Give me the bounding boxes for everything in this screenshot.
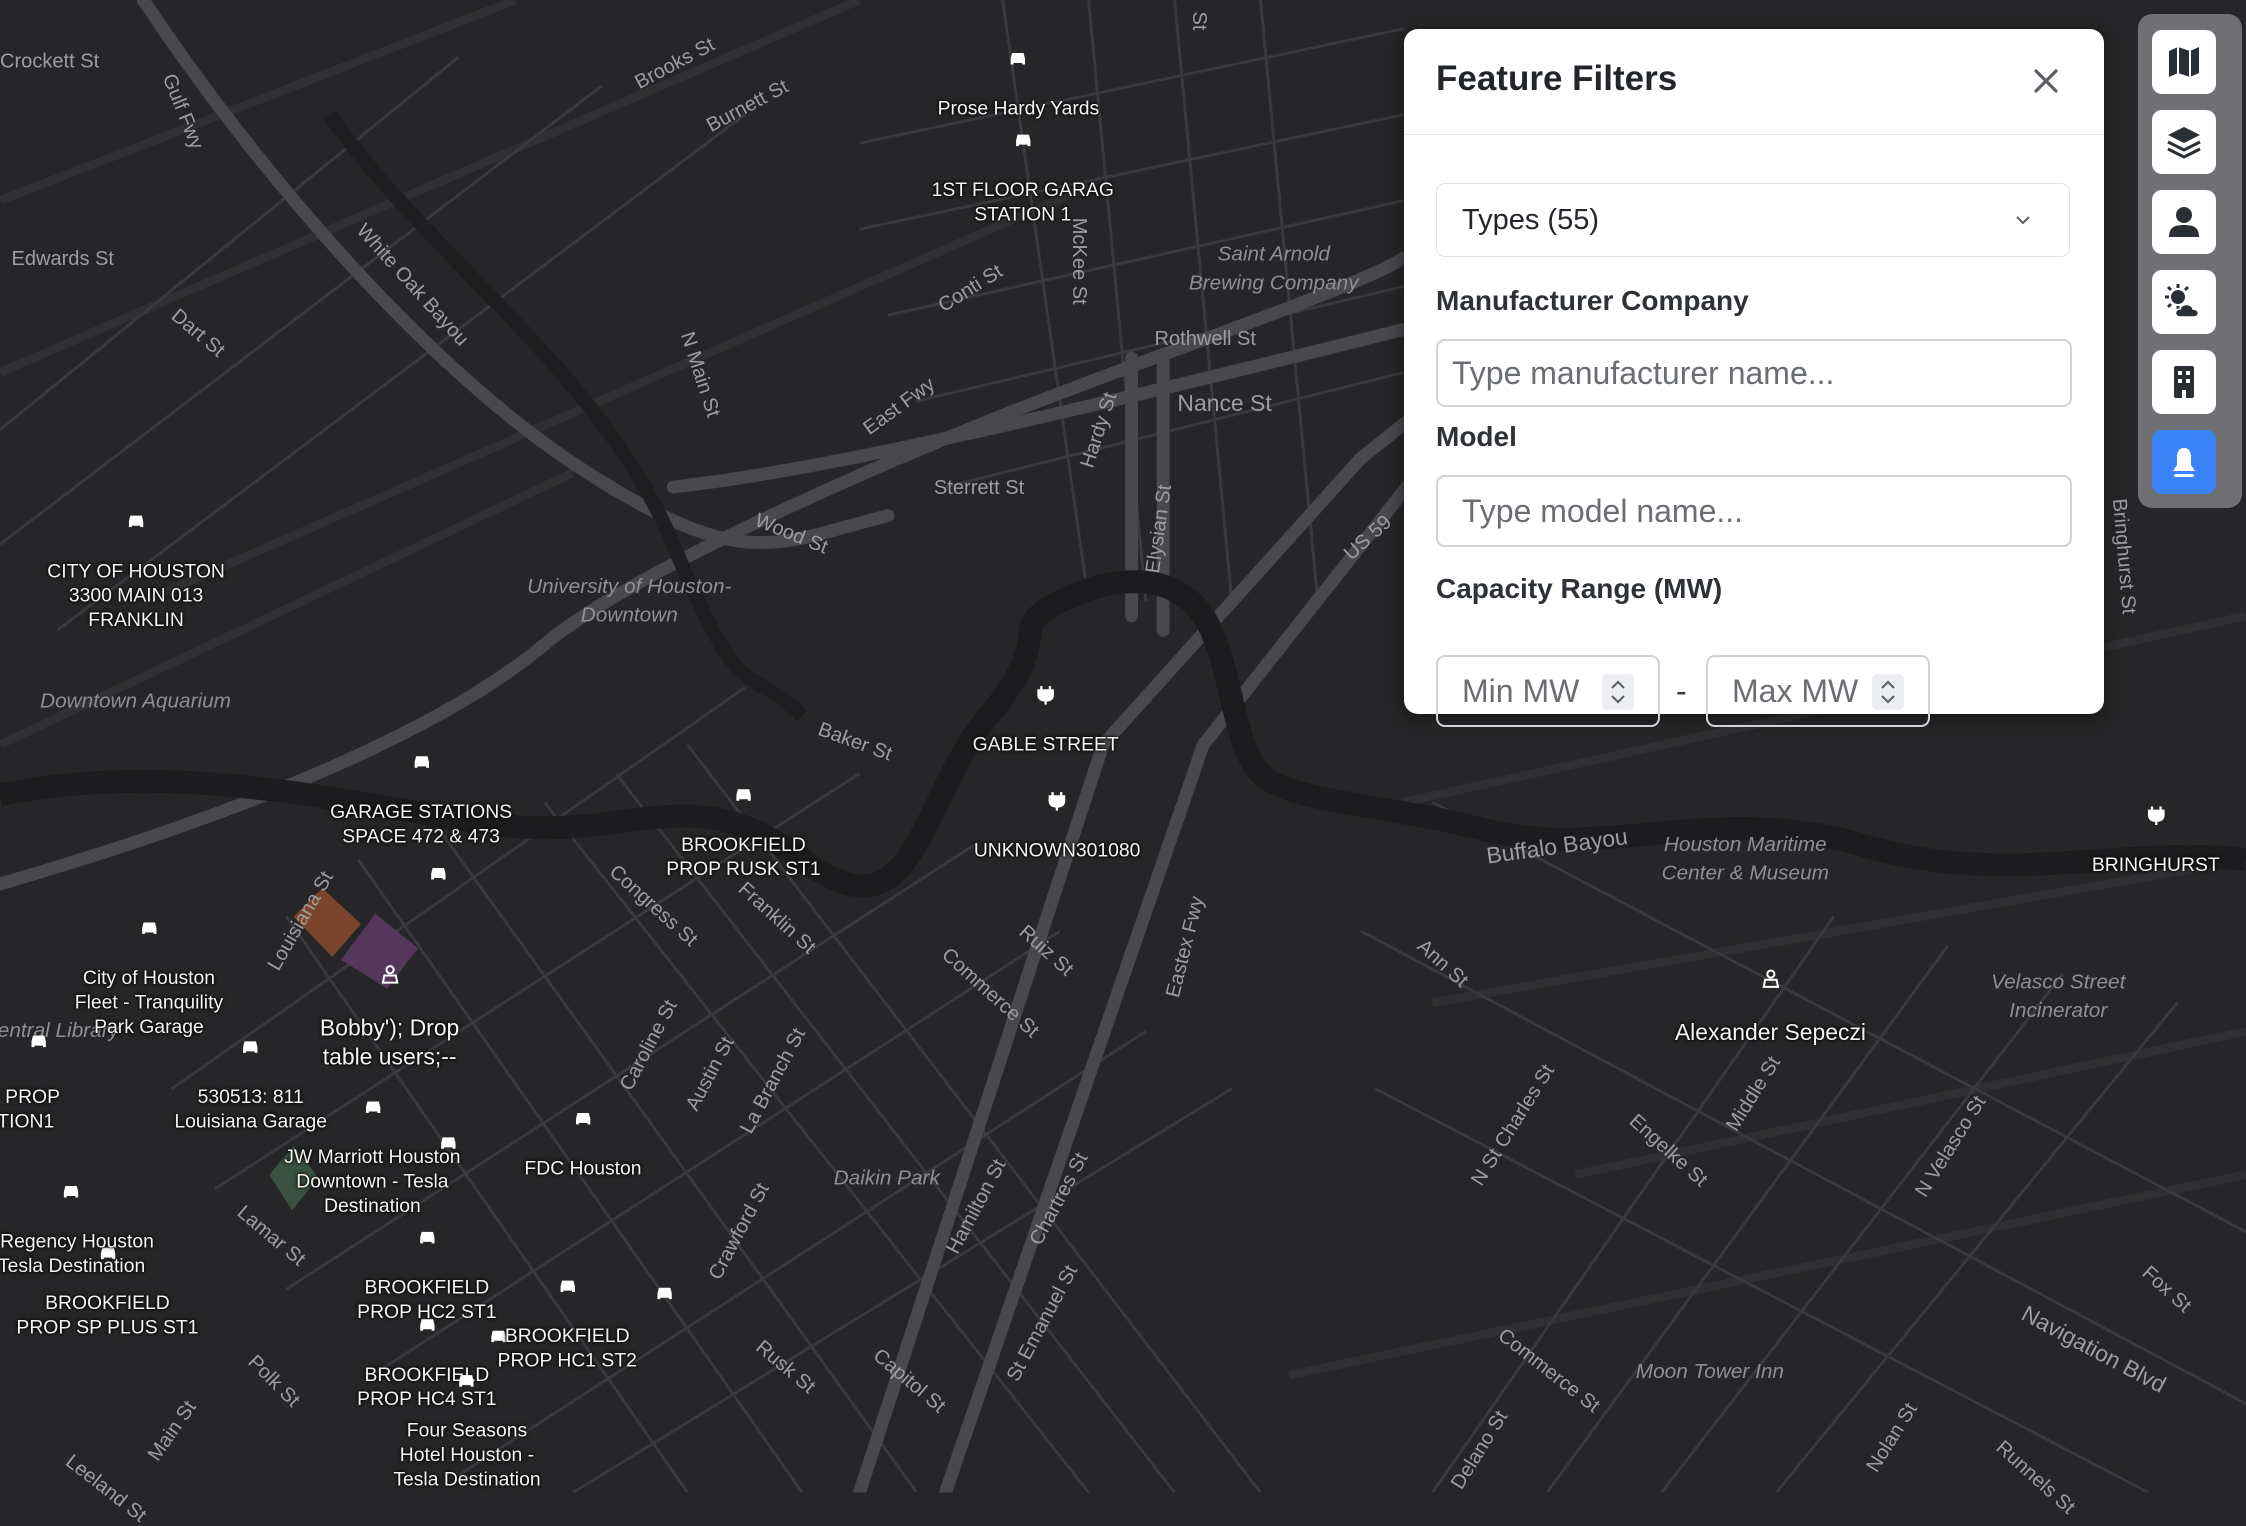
map-toolbar (2138, 14, 2242, 508)
car-icon[interactable] (29, 1031, 49, 1051)
car-icon (128, 515, 144, 528)
map-view-button[interactable] (2152, 30, 2216, 94)
place-label: Moon Tower Inn (1635, 1360, 1784, 1384)
place-label: University of Houston- Downtown (527, 575, 732, 628)
street-label: Nance St (1177, 392, 1272, 417)
car-icon (419, 1231, 435, 1244)
street-label: Crockett St (0, 48, 100, 72)
car-icon (413, 756, 429, 768)
panel-header: Feature Filters (1404, 29, 2104, 135)
map-marker[interactable]: BROOKFIELD PROP RUSK ST1 (666, 761, 821, 881)
street-label: Edwards St (11, 246, 115, 270)
types-dropdown-value: Types (55) (1462, 204, 1599, 236)
capacity-label: Capacity Range (MW) (1436, 573, 1723, 604)
plug-icon (1048, 792, 1066, 811)
car-icon (64, 1186, 79, 1198)
car-icon (459, 1375, 475, 1387)
layers-button[interactable] (2152, 110, 2216, 174)
street-label: Sterrett St (933, 475, 1025, 499)
alerts-button[interactable] (2152, 430, 2216, 494)
marker-label: CITY OF HOUSTON 3300 MAIN 013 FRANKLIN (47, 560, 225, 631)
map-marker[interactable]: D PROP ATION1 (0, 1060, 60, 1133)
car-icon (560, 1280, 575, 1293)
marker-label: FDC Houston (524, 1157, 642, 1179)
marker-label: Four Seasons Hotel Houston - Tesla Desti… (393, 1419, 541, 1490)
map-marker[interactable]: Bobby'); Drop table users;-- (320, 935, 459, 1073)
min-mw-placeholder: Min MW (1462, 673, 1580, 709)
user-icon (2169, 207, 2199, 237)
marker-label: Bobby'); Drop table users;-- (319, 1017, 460, 1071)
map-marker[interactable]: Alexander Sepeczi (1675, 940, 1866, 1049)
panel-title: Feature Filters (1436, 59, 1678, 98)
layers-icon (2167, 127, 2201, 159)
marker-label: BROOKFIELD PROP RUSK ST1 (666, 833, 821, 880)
manufacturer-input[interactable] (1436, 339, 2072, 407)
car-icon (243, 1041, 258, 1053)
map-marker[interactable]: BRINGHURST (2092, 781, 2220, 877)
model-input[interactable] (1436, 475, 2072, 547)
max-mw-input[interactable]: Max MW (1706, 655, 1930, 727)
car-icon (736, 789, 751, 801)
marker-label: BROOKFIELD PROP SP PLUS ST1 (16, 1292, 199, 1338)
range-separator: - (1676, 673, 1687, 709)
stepper-icon[interactable] (1602, 674, 1634, 710)
close-icon[interactable] (2028, 63, 2064, 99)
map-marker[interactable]: 1ST FLOOR GARAG STATION 1 (932, 106, 1114, 226)
place-label: Daikin Park (833, 1167, 940, 1191)
map-marker[interactable]: GARAGE STATIONS SPACE 472 & 473 (330, 728, 512, 848)
marker-label: GARAGE STATIONS SPACE 472 & 473 (330, 800, 513, 847)
plug-icon (2147, 806, 2165, 826)
map-marker[interactable]: JW Marriott Houston Downtown - Tesla Des… (284, 1073, 461, 1218)
marker-label: Alexander Sepeczi (1674, 1021, 1867, 1046)
place-label: Downtown Aquarium (40, 690, 231, 714)
weather-button[interactable] (2152, 270, 2216, 334)
person-icon (381, 965, 398, 984)
place-label: Velasco Street Incinerator (1991, 971, 2126, 1023)
car-icon[interactable] (655, 1283, 675, 1303)
user-button[interactable] (2152, 190, 2216, 254)
car-icon (141, 922, 157, 934)
map-marker[interactable]: GABLE STREET (973, 660, 1119, 756)
buildings-button[interactable] (2152, 350, 2216, 414)
map-marker[interactable]: UNKNOWN301080 (973, 766, 1141, 862)
min-mw-input[interactable]: Min MW (1436, 655, 1660, 727)
building-icon (2174, 366, 2194, 398)
map-icon (2169, 47, 2199, 77)
car-icon (1011, 52, 1026, 65)
model-label: Model (1436, 421, 1517, 452)
car-icon (1015, 134, 1030, 147)
manufacturer-label: Manufacturer Company (1436, 285, 1749, 316)
chevron-down-icon (2016, 216, 2030, 225)
street-label: St (1188, 11, 1212, 31)
marker-label: UNKNOWN301080 (973, 839, 1141, 861)
marker-label: D PROP ATION1 (0, 1085, 60, 1132)
car-icon (365, 1101, 380, 1113)
map-marker[interactable]: t Regency Houston Tesla Destination (0, 1157, 154, 1277)
car-icon (575, 1112, 591, 1125)
plug-icon (1037, 686, 1054, 705)
place-label: Houston Maritime Center & Museum (1661, 833, 1829, 886)
max-mw-placeholder: Max MW (1732, 673, 1859, 709)
weather-icon (2165, 284, 2200, 318)
marker-label: GABLE STREET (972, 733, 1119, 755)
stepper-icon[interactable] (1872, 674, 1904, 710)
map-marker[interactable]: FDC Houston (524, 1084, 642, 1180)
map-marker[interactable]: Four Seasons Hotel Houston - Tesla Desti… (393, 1346, 541, 1491)
street-label: Rothwell St (1154, 326, 1256, 350)
feature-filters-panel: Feature Filters Types (55) Manufacturer … (1404, 29, 2104, 727)
notification-icon (2173, 448, 2195, 477)
street-label: McKee St (1068, 217, 1092, 305)
marker-label: BRINGHURST (2091, 853, 2220, 876)
car-icon[interactable] (428, 864, 448, 884)
map-marker[interactable]: CITY OF HOUSTON 3300 MAIN 013 FRANKLIN (47, 487, 225, 632)
types-dropdown[interactable]: Types (55) (1436, 183, 2070, 257)
place-label: Saint Arnold Brewing Company (1188, 243, 1359, 296)
car-icon (419, 1319, 435, 1331)
person-icon (1762, 969, 1779, 988)
marker-label: t Regency Houston Tesla Destination (0, 1230, 154, 1277)
marker-label: 1ST FLOOR GARAG STATION 1 (931, 179, 1114, 225)
